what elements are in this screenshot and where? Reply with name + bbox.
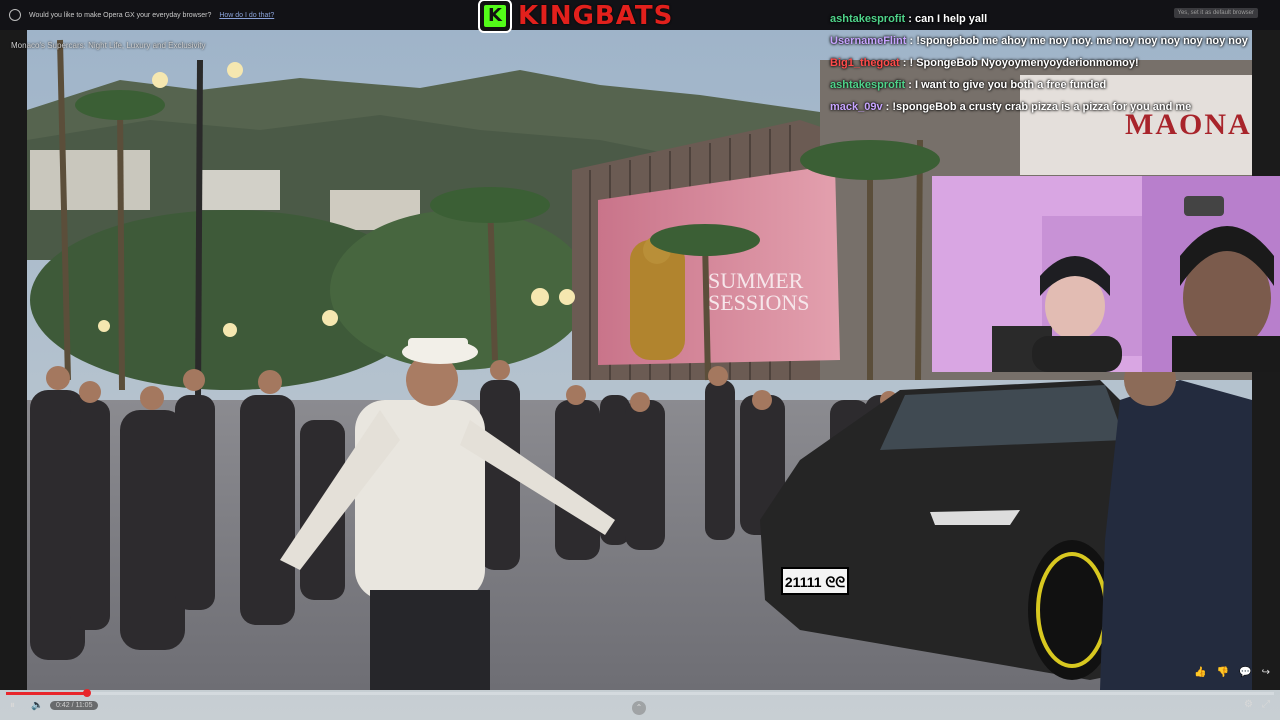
chat-text: !spongeBob a crusty crab pizza is a pizz… [892, 101, 1192, 113]
stream-branding: K KINGBATS [478, 0, 674, 33]
progress-knob[interactable] [83, 689, 92, 697]
chat-separator: : [882, 101, 893, 113]
billboard-text: SUMMER SESSIONS [708, 268, 810, 315]
like-icon[interactable]: 👍 [1194, 667, 1206, 678]
player-controls: ⏸ 🔈 0:42 / 11:05 ⚙ ⤢ [0, 688, 1280, 720]
progress-bar[interactable] [6, 689, 1274, 697]
pause-icon[interactable]: ⏸ [10, 700, 15, 711]
opera-icon [9, 9, 21, 21]
chat-message: Big1_thegoat : ! SpongeBob Nyoyoymenyoyd… [830, 52, 1270, 74]
progress-fill [6, 692, 88, 695]
how-to-link[interactable]: How do I do that? [219, 12, 274, 19]
video-actions: 👍 👎 💬 ↪ [1194, 667, 1270, 678]
share-icon[interactable]: ↪ [1262, 667, 1270, 678]
chat-text: can I help yall [914, 13, 988, 25]
chat-text: !spongebob me ahoy me noy noy. me noy no… [916, 35, 1248, 47]
default-prompt-text: Would you like to make Opera GX your eve… [29, 11, 212, 19]
chat-message: mack_09v : !spongeBob a crusty crab pizz… [830, 96, 1270, 118]
chat-separator: : [906, 35, 917, 47]
chat-username[interactable]: ashtakesprofit [830, 79, 905, 91]
chat-username[interactable]: ashtakesprofit [830, 13, 905, 25]
webcam-overlay [932, 176, 1280, 372]
fullscreen-icon[interactable]: ⤢ [1262, 699, 1270, 710]
chat-username[interactable]: mack_09v [830, 101, 883, 113]
chat-message: UsernameFlint : !spongebob me ahoy me no… [830, 30, 1270, 52]
chat-text: ! SpongeBob Nyoyoymenyoyderionmomoy! [909, 57, 1139, 69]
webcam-feed [932, 176, 1280, 372]
chat-username[interactable]: Big1_thegoat [830, 57, 900, 69]
video-title[interactable]: Monaco's Supercars: Night Life, Luxury a… [11, 41, 206, 50]
chat-separator: : [905, 79, 915, 91]
chat-overlay: ashtakesprofit : can I help yall Username… [830, 8, 1270, 118]
chat-separator: : [905, 13, 915, 25]
channel-name: KINGBATS [518, 1, 674, 31]
dislike-icon[interactable]: 👎 [1217, 667, 1229, 678]
volume-icon[interactable]: 🔈 [31, 700, 43, 711]
chat-message: ashtakesprofit : I want to give you both… [830, 74, 1270, 96]
chat-message: ashtakesprofit : can I help yall [830, 8, 1270, 30]
license-plate: 21111 ᘓᘓ [785, 574, 845, 590]
kick-logo-icon: K [478, 0, 512, 33]
player-right-controls: ⚙ ⤢ [1244, 699, 1270, 710]
chat-username[interactable]: UsernameFlint [830, 35, 906, 47]
chat-text: I want to give you both a free funded [914, 79, 1107, 91]
chat-separator: : [899, 57, 910, 69]
settings-icon[interactable]: ⚙ [1244, 699, 1253, 710]
time-display: 0:42 / 11:05 [50, 701, 99, 710]
comment-icon[interactable]: 💬 [1239, 667, 1251, 678]
